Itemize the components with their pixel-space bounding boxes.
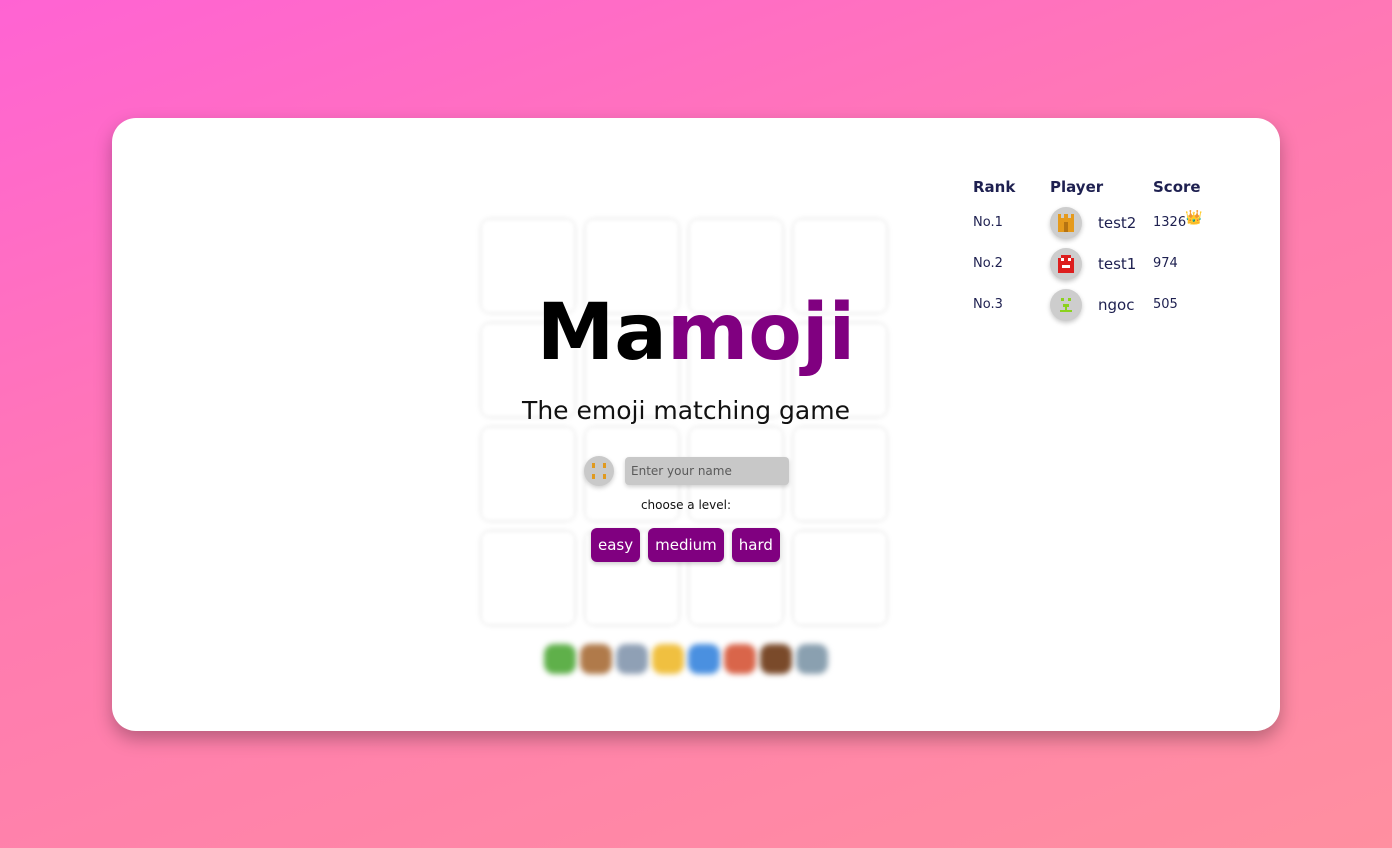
squirrel-icon	[580, 644, 612, 674]
rooster-icon	[724, 644, 756, 674]
card-tile	[794, 532, 886, 624]
game-card: Mamoji The emoji matching game choose a …	[112, 118, 1280, 731]
rank-header: Rank	[973, 178, 1016, 196]
hard-button[interactable]: hard	[731, 528, 780, 562]
player-name-cell: test1	[1098, 255, 1137, 273]
medium-button[interactable]: medium	[648, 528, 724, 562]
dolphin-icon	[688, 644, 720, 674]
score-cell: 974	[1153, 256, 1178, 271]
rank-cell: No.1	[973, 215, 1003, 230]
leaderboard-row: No.3 ngoc 505	[973, 289, 1233, 321]
player-header: Player	[1050, 178, 1104, 196]
logo-part-ma: Ma	[536, 288, 667, 378]
rank-cell: No.2	[973, 256, 1003, 271]
game-subtitle: The emoji matching game	[522, 396, 850, 425]
score-cell: 1326	[1153, 215, 1187, 230]
player-avatar-icon	[1050, 207, 1082, 239]
card-tile	[482, 532, 574, 624]
crown-icon: 👑	[1185, 210, 1203, 226]
level-buttons: easy medium hard	[591, 528, 780, 562]
score-cell: 505	[1153, 297, 1178, 312]
shark-icon	[796, 644, 828, 674]
leaderboard-row: No.2 test1 974	[973, 248, 1233, 280]
logo-part-moji: moji	[666, 288, 856, 378]
score-header: Score	[1153, 178, 1201, 196]
player-avatar-icon[interactable]	[584, 456, 614, 486]
choose-level-label: choose a level:	[640, 498, 732, 512]
seal-icon	[616, 644, 648, 674]
dinosaur-icon	[544, 644, 576, 674]
leaderboard-row: No.1 test2 1326 👑	[973, 207, 1233, 239]
player-name-cell: ngoc	[1098, 296, 1135, 314]
player-avatar-icon	[1050, 289, 1082, 321]
player-avatar-icon	[1050, 248, 1082, 280]
blurred-emoji-row	[544, 641, 834, 677]
rank-cell: No.3	[973, 297, 1003, 312]
easy-button[interactable]: easy	[591, 528, 641, 562]
player-name-cell: test2	[1098, 214, 1137, 232]
leopard-icon	[652, 644, 684, 674]
bison-icon	[760, 644, 792, 674]
name-input[interactable]	[625, 457, 789, 485]
